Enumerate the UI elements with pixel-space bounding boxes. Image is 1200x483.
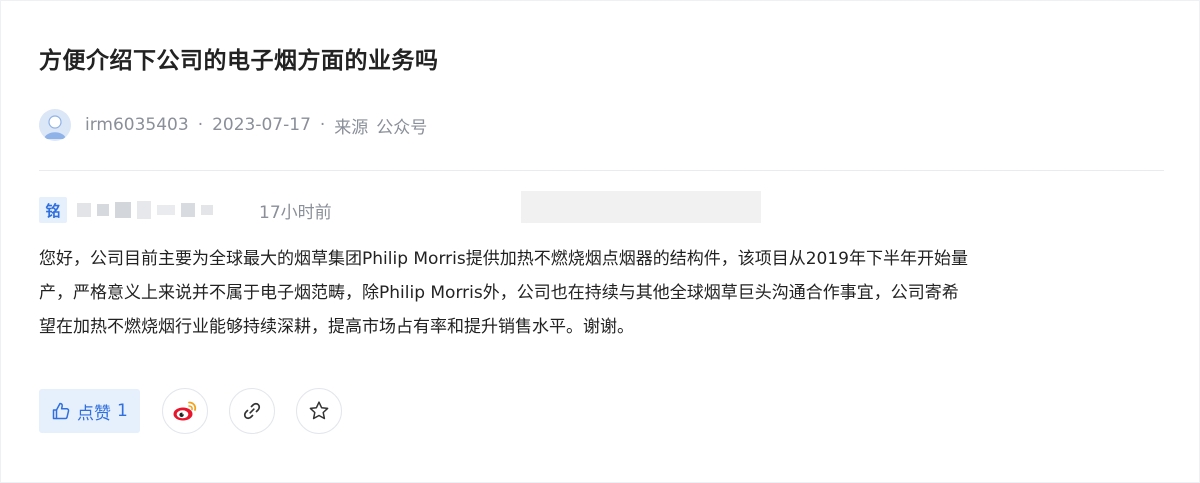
star-icon xyxy=(309,401,329,420)
watermark-image xyxy=(521,191,761,223)
copy-link-button[interactable] xyxy=(228,388,275,434)
company-badge: 铭 xyxy=(39,197,67,223)
share-weibo-button[interactable] xyxy=(161,388,208,434)
question-meta: irm6035403 · 2023-07-17 · 来源 公众号 xyxy=(39,108,427,142)
reply-line: 望在加热不燃烧烟行业能够持续深耕，提高市场占有率和提升销售水平。谢谢。 xyxy=(39,317,634,337)
qa-card: 方便介绍下公司的电子烟方面的业务吗 irm6035403 · 2023-07-1… xyxy=(0,0,1200,483)
divider xyxy=(39,170,1164,171)
like-label: 点赞 xyxy=(77,403,111,424)
source-value: 公众号 xyxy=(376,117,428,138)
like-button[interactable]: 点赞 1 xyxy=(39,389,140,433)
meta-separator: · xyxy=(197,115,204,135)
company-name-masked xyxy=(77,197,247,223)
reply-content: 您好，公司目前主要为全球最大的烟草集团Philip Morris提供加热不燃烧烟… xyxy=(39,242,1164,344)
action-bar: 点赞 1 xyxy=(39,388,342,434)
like-count: 1 xyxy=(117,401,128,421)
weibo-icon xyxy=(173,401,196,421)
username[interactable]: irm6035403 xyxy=(85,115,189,135)
user-avatar[interactable] xyxy=(39,109,71,141)
reply-time: 17小时前 xyxy=(259,202,332,223)
meta-separator: · xyxy=(319,115,326,135)
user-avatar-icon xyxy=(44,115,66,139)
favorite-button[interactable] xyxy=(295,388,342,434)
link-icon xyxy=(243,402,260,420)
source-label: 来源 xyxy=(334,117,369,138)
reply-line: 产，严格意义上来说并不属于电子烟范畴，除Philip Morris外，公司也在持… xyxy=(39,283,959,303)
reply-line: 您好，公司目前主要为全球最大的烟草集团Philip Morris提供加热不燃烧烟… xyxy=(39,249,968,269)
reply-header: 铭 17小时前 xyxy=(39,195,332,225)
post-date: 2023-07-17 xyxy=(212,115,311,135)
question-title: 方便介绍下公司的电子烟方面的业务吗 xyxy=(39,48,439,74)
thumbs-up-icon xyxy=(52,402,70,420)
